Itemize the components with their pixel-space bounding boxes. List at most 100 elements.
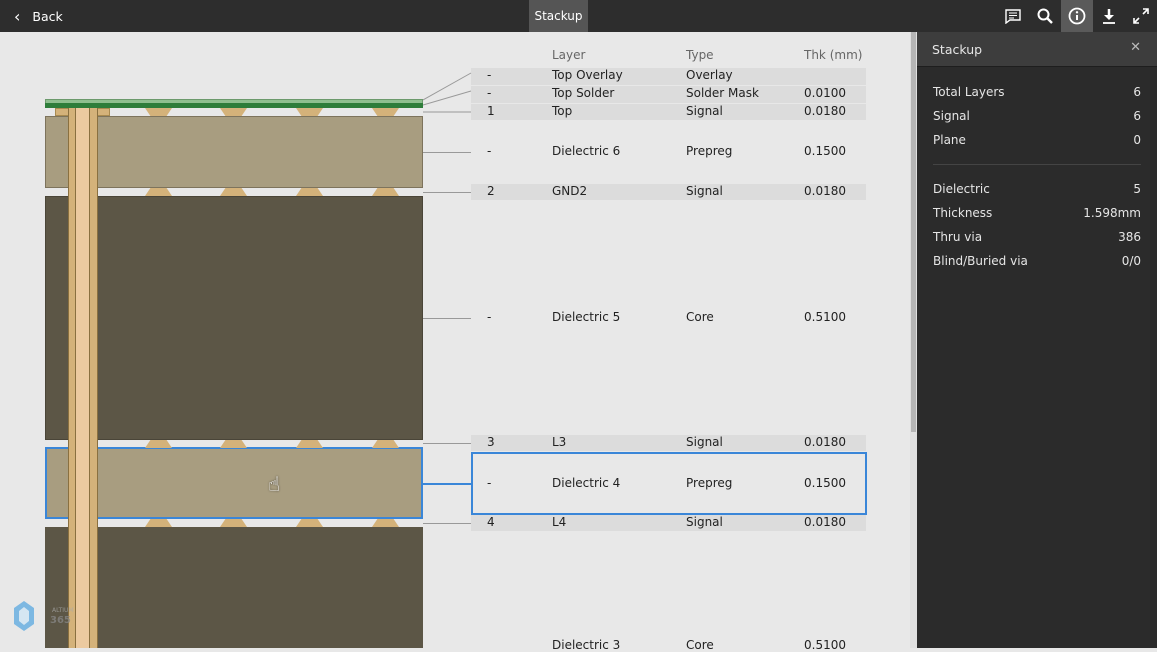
col-header-layer: Layer (552, 48, 586, 62)
copper-pad (296, 519, 323, 527)
cell-num: 1 (487, 104, 495, 118)
cell-num: 4 (487, 515, 495, 529)
connector-line (423, 523, 471, 524)
via-hole (75, 108, 90, 648)
page-title: Stackup (529, 0, 588, 32)
cell-thk: 0.0100 (804, 86, 846, 100)
stat-row: Signal 6 (933, 109, 1141, 123)
cell-num: 2 (487, 184, 495, 198)
stat-label: Thickness (933, 206, 993, 220)
stat-label: Signal (933, 109, 970, 123)
back-button[interactable]: ‹ Back (14, 0, 63, 32)
cell-layer: L3 (552, 435, 567, 449)
copper-pad (372, 188, 399, 196)
chevron-left-icon: ‹ (14, 6, 21, 26)
selected-row-outline (471, 452, 867, 515)
connector-line (423, 192, 471, 193)
col-header-type: Type (686, 48, 714, 62)
cell-layer: Top (552, 104, 573, 118)
cell-layer: Dielectric 5 (552, 310, 621, 324)
copper-pad (145, 519, 172, 527)
cell-type: Signal (686, 104, 723, 118)
copper-pad (145, 188, 172, 196)
cell-thk: 0.5100 (804, 638, 846, 652)
stat-label: Blind/Buried via (933, 254, 1028, 268)
stat-row: Blind/Buried via 0/0 (933, 254, 1141, 268)
connector-line (423, 152, 471, 153)
stat-row: Dielectric 5 (933, 182, 1141, 196)
copper-pad (372, 108, 399, 116)
stat-value: 0/0 (1121, 254, 1141, 268)
stat-row: Thru via 386 (933, 230, 1141, 244)
cell-type: Prepreg (686, 144, 733, 158)
cell-thk: 0.1500 (804, 144, 846, 158)
close-icon[interactable]: ✕ (1130, 40, 1141, 55)
svg-text:ALTIUM: ALTIUM (52, 607, 74, 614)
connector-lines (423, 72, 472, 113)
cell-thk: 0.0180 (804, 515, 846, 529)
connector-line (423, 443, 471, 444)
scrollbar-thumb[interactable] (911, 32, 916, 432)
copper-pad (296, 440, 323, 448)
stat-label: Dielectric (933, 182, 990, 196)
copper-pad (220, 519, 247, 527)
cell-layer: GND2 (552, 184, 588, 198)
stat-value: 0 (1133, 133, 1141, 147)
stat-value: 5 (1133, 182, 1141, 196)
cell-type: Core (686, 310, 714, 324)
copper-pad (220, 440, 247, 448)
stat-value: 6 (1133, 109, 1141, 123)
cell-layer: L4 (552, 515, 567, 529)
dielectric-6-layer[interactable] (45, 116, 423, 188)
copper-pad (372, 440, 399, 448)
info-panel: Stackup ✕ Total Layers 6 Signal 6 Plane 0 Diel… (917, 32, 1157, 648)
altium-365-logo: 365 ALTIUM (10, 598, 80, 641)
copper-pad (372, 519, 399, 527)
cell-thk: 0.0180 (804, 104, 846, 118)
dielectric-4-layer-selected[interactable] (45, 447, 423, 519)
cell-layer: Top Overlay (552, 68, 623, 82)
stat-value: 1.598mm (1083, 206, 1141, 220)
copper-pad (145, 108, 172, 116)
back-label: Back (32, 8, 63, 24)
cell-thk: 0.5100 (804, 310, 846, 324)
stat-row: Plane 0 (933, 133, 1141, 147)
copper-pad (296, 188, 323, 196)
cell-type: Signal (686, 435, 723, 449)
dielectric-3-layer[interactable] (45, 527, 423, 648)
cell-num: 3 (487, 435, 495, 449)
copper-pad (296, 108, 323, 116)
search-icon[interactable] (1029, 0, 1061, 32)
cell-type: Solder Mask (686, 86, 759, 100)
cell-num: - (487, 68, 492, 82)
cell-type: Signal (686, 515, 723, 529)
copper-pad (145, 440, 172, 448)
col-header-thk: Thk (mm) (804, 48, 863, 62)
cell-thk: 0.0180 (804, 184, 846, 198)
stat-row: Thickness 1.598mm (933, 206, 1141, 220)
fullscreen-icon[interactable] (1125, 0, 1157, 32)
dielectric-5-layer[interactable] (45, 196, 423, 440)
stat-value: 6 (1133, 85, 1141, 99)
cell-num: - (487, 86, 492, 100)
cell-layer: Dielectric 3 (552, 638, 621, 652)
stat-label: Total Layers (933, 85, 1005, 99)
info-icon[interactable] (1061, 0, 1093, 32)
panel-title: Stackup (932, 41, 983, 57)
divider (933, 164, 1141, 165)
copper-pad (220, 188, 247, 196)
stat-value: 386 (1118, 230, 1141, 244)
hand-cursor-icon: ☝ (268, 472, 281, 496)
cell-num: - (487, 310, 492, 324)
cell-num: - (487, 144, 492, 158)
cell-thk: 0.0180 (804, 435, 846, 449)
connector-line-selected (423, 483, 471, 485)
stat-label: Plane (933, 133, 966, 147)
table-row[interactable] (471, 68, 866, 85)
panel-header: Stackup (917, 32, 1157, 67)
comment-icon[interactable] (997, 0, 1029, 32)
cell-type: Signal (686, 184, 723, 198)
cell-type: Overlay (686, 68, 733, 82)
cell-type: Core (686, 638, 714, 652)
download-icon[interactable] (1093, 0, 1125, 32)
